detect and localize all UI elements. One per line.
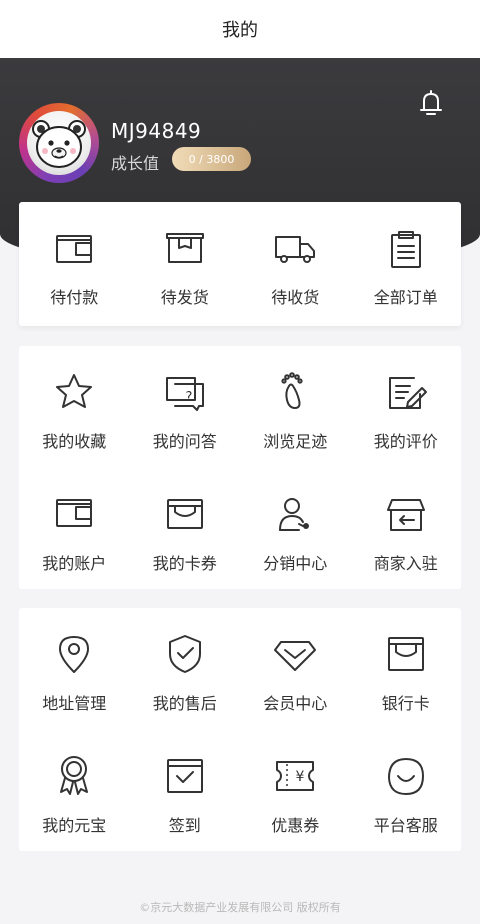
menu-item-label: 浏览足迹 — [263, 432, 328, 451]
menu-item-star[interactable]: 我的收藏 — [19, 346, 130, 468]
menu-item-label: 待付款 — [50, 288, 99, 307]
store-icon — [384, 492, 428, 536]
orders-card: 待付款 待发货 待收货 全部订单 — [19, 202, 461, 326]
menu-item-service-smile[interactable]: 平台客服 — [351, 730, 462, 852]
checkin-icon — [163, 754, 207, 798]
truck-icon — [273, 228, 317, 272]
top-bar: 我的 — [0, 0, 480, 58]
star-icon — [52, 370, 96, 414]
bank-card-icon — [384, 632, 428, 676]
menu-item-label: 我的卡券 — [152, 553, 217, 573]
menu-item-user-share[interactable]: 分销中心 — [240, 468, 351, 590]
username: MJ94849 — [111, 119, 202, 143]
service-smile-icon — [384, 754, 428, 798]
menu-item-label: 我的评价 — [373, 432, 438, 451]
box-icon — [163, 228, 207, 272]
menu-item-label: 全部订单 — [373, 288, 438, 307]
svg-text:?: ? — [185, 390, 192, 405]
menu-item-checkin[interactable]: 签到 — [130, 730, 241, 852]
menu-item-label: 商家入驻 — [373, 553, 438, 573]
menu-item-store[interactable]: 商家入驻 — [351, 468, 462, 590]
avatar[interactable] — [19, 103, 99, 183]
menu-item-coupon[interactable]: ¥ 优惠券 — [240, 730, 351, 852]
menu-item-label: 我的售后 — [152, 694, 217, 713]
menu-item-label: 待发货 — [160, 288, 209, 307]
svg-text:¥: ¥ — [296, 769, 305, 785]
wallet-icon — [52, 492, 96, 536]
menu-item-location[interactable]: 地址管理 — [19, 608, 130, 730]
card-icon — [163, 492, 207, 536]
menu-item-diamond[interactable]: 会员中心 — [240, 608, 351, 730]
edit-doc-icon — [384, 370, 428, 414]
question-chat-icon: ? — [163, 370, 207, 414]
menu-item-label: 分销中心 — [263, 553, 328, 573]
menu-item-clipboard[interactable]: 全部订单 — [351, 202, 462, 326]
menu-item-edit-doc[interactable]: 我的评价 — [351, 346, 462, 468]
user-share-icon — [273, 492, 317, 536]
services-card-b: 地址管理 我的售后 会员中心 银行卡我的元宝 签到 ¥ 优惠券 平台客服 — [19, 608, 461, 851]
footer: ©京元大数据产业发展有限公司 版权所有 — [0, 900, 480, 916]
menu-item-label: 银行卡 — [381, 694, 430, 713]
bell-icon[interactable] — [419, 88, 443, 118]
medal-icon — [52, 754, 96, 798]
menu-item-label: 会员中心 — [263, 694, 328, 713]
menu-item-label: 优惠券 — [271, 815, 320, 835]
menu-item-label: 我的元宝 — [42, 815, 107, 835]
menu-item-label: 地址管理 — [42, 694, 107, 713]
footprint-icon — [273, 370, 317, 414]
menu-item-label: 待收货 — [271, 288, 320, 307]
menu-item-label: 我的账户 — [42, 553, 107, 573]
menu-item-question-chat[interactable]: ? 我的问答 — [130, 346, 241, 468]
menu-item-card[interactable]: 我的卡券 — [130, 468, 241, 590]
menu-item-wallet[interactable]: 我的账户 — [19, 468, 130, 590]
menu-item-label: 平台客服 — [373, 815, 438, 835]
menu-item-truck[interactable]: 待收货 — [240, 202, 351, 326]
bear-avatar-image — [27, 111, 91, 175]
menu-item-label: 我的问答 — [152, 432, 217, 451]
menu-item-medal[interactable]: 我的元宝 — [19, 730, 130, 852]
clipboard-icon — [384, 228, 428, 272]
coupon-icon: ¥ — [273, 754, 317, 798]
menu-item-footprint[interactable]: 浏览足迹 — [240, 346, 351, 468]
growth-label: 成长值 — [111, 154, 160, 173]
wallet-icon — [52, 228, 96, 272]
services-card-a: 我的收藏? 我的问答 浏览足迹 我的评价 我的账户 我的卡券 分销中心 商家入驻 — [19, 346, 461, 589]
growth-value-badge[interactable]: 0 / 3800 — [172, 147, 251, 171]
location-icon — [52, 632, 96, 676]
shield-check-icon — [163, 632, 207, 676]
page-title: 我的 — [222, 20, 258, 41]
menu-item-label: 签到 — [168, 815, 201, 835]
menu-item-label: 我的收藏 — [42, 432, 107, 451]
menu-item-wallet[interactable]: 待付款 — [19, 202, 130, 326]
copyright-text: ©京元大数据产业发展有限公司 版权所有 — [139, 901, 341, 914]
menu-item-box[interactable]: 待发货 — [130, 202, 241, 326]
menu-item-shield-check[interactable]: 我的售后 — [130, 608, 241, 730]
diamond-icon — [273, 632, 317, 676]
menu-item-bank-card[interactable]: 银行卡 — [351, 608, 462, 730]
